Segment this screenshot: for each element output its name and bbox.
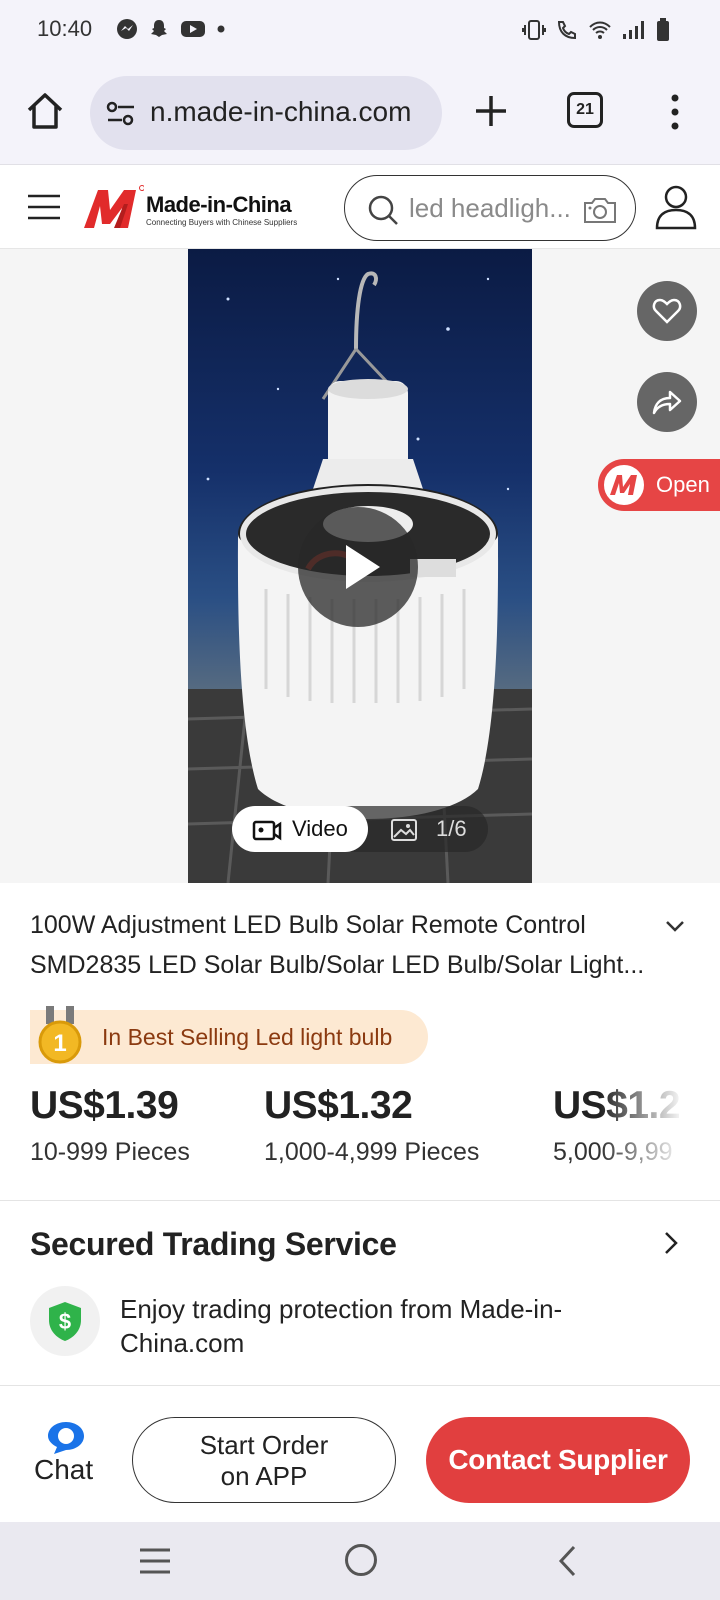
dot-icon	[217, 25, 225, 33]
youtube-icon	[181, 21, 205, 37]
product-title-line1: 100W Adjustment LED Bulb Solar Remote Co…	[30, 911, 586, 939]
chat-button[interactable]: Chat	[30, 1420, 100, 1500]
play-video-button[interactable]	[298, 507, 418, 627]
secure-shield-icon: $	[49, 1302, 81, 1341]
shield-badge: $	[30, 1286, 100, 1356]
browser-toolbar: n.made-in-china.com 21	[0, 62, 720, 165]
product-gallery: Video 1/6 Open	[0, 249, 720, 883]
more-options-icon[interactable]	[663, 92, 687, 132]
product-title[interactable]: 100W Adjustment LED Bulb Solar Remote Co…	[30, 905, 650, 985]
tab-switcher-button[interactable]: 21	[567, 92, 603, 128]
image-icon[interactable]	[390, 818, 418, 842]
product-title-line2: SMD2835 LED Solar Bulb/Solar LED Bulb/So…	[30, 951, 645, 979]
tier-quantity: 1,000-4,999 Pieces	[264, 1138, 480, 1166]
media-toggle: Video 1/6	[232, 806, 488, 852]
signal-icon	[623, 21, 644, 39]
back-icon[interactable]	[556, 1544, 578, 1578]
url-text[interactable]: n.made-in-china.com	[150, 96, 432, 128]
divider	[0, 1385, 720, 1386]
logo-subtitle: Connecting Buyers with Chinese Suppliers	[146, 218, 298, 227]
chat-bubble-icon	[48, 1422, 84, 1454]
status-bar: 10:40	[0, 0, 720, 62]
scroll-fade	[600, 1084, 720, 1180]
notification-icons	[116, 18, 226, 40]
heart-icon	[652, 298, 682, 324]
snapchat-icon	[151, 20, 167, 37]
image-counter: 1/6	[436, 816, 467, 841]
app-logo-icon	[602, 463, 646, 507]
site-header: Made-in-China Connecting Buyers with Chi…	[0, 166, 720, 249]
bottom-action-bar: Chat Start Order on APP Contact Supplier	[0, 1400, 720, 1520]
search-box[interactable]: led headligh...	[344, 175, 636, 241]
play-icon	[346, 545, 380, 589]
favorite-button[interactable]	[637, 281, 697, 341]
secured-trading-description: Enjoy trading protection from Made-in-Ch…	[120, 1294, 563, 1358]
price-tier: US$1.39 10-999 Pieces	[30, 1084, 190, 1167]
messenger-icon	[117, 19, 137, 39]
new-tab-icon[interactable]	[470, 90, 512, 132]
search-icon	[368, 195, 398, 225]
open-label: Open	[656, 472, 710, 497]
site-settings-icon[interactable]	[106, 100, 136, 128]
best-selling-label: In Best Selling Led light bulb	[102, 1024, 393, 1050]
status-time: 10:40	[37, 16, 93, 41]
video-tab-label: Video	[292, 816, 348, 841]
logo-title: Made-in-China	[146, 192, 292, 217]
open-in-app-button[interactable]: Open	[598, 459, 720, 511]
camera-search-icon[interactable]	[583, 196, 617, 224]
home-nav-icon[interactable]	[345, 1544, 377, 1576]
chevron-down-icon[interactable]	[664, 918, 686, 934]
hamburger-menu-icon[interactable]	[28, 194, 60, 220]
video-tab[interactable]: Video	[232, 806, 368, 852]
made-in-china-logo-icon	[84, 185, 145, 228]
system-icons	[522, 18, 670, 42]
contact-supplier-button[interactable]: Contact Supplier	[426, 1417, 690, 1503]
recent-apps-icon[interactable]	[138, 1546, 172, 1576]
vibrate-icon	[522, 20, 546, 40]
home-icon[interactable]	[24, 90, 66, 132]
divider	[0, 1200, 720, 1201]
video-camera-icon	[252, 820, 282, 841]
start-order-button[interactable]: Start Order on APP	[132, 1417, 396, 1503]
share-icon	[652, 390, 682, 415]
start-order-line2: on APP	[220, 1461, 308, 1491]
address-bar[interactable]: n.made-in-china.com	[90, 76, 442, 150]
battery-icon	[657, 18, 669, 41]
product-image[interactable]	[188, 249, 532, 883]
secured-trading-title[interactable]: Secured Trading Service	[30, 1226, 397, 1263]
rank-number: 1	[53, 1030, 66, 1057]
site-logo[interactable]: Made-in-China Connecting Buyers with Chi…	[84, 184, 297, 235]
system-navigation-bar	[0, 1522, 720, 1600]
tier-price: US$1.39	[30, 1084, 179, 1127]
start-order-line1: Start Order	[199, 1430, 329, 1460]
chat-label: Chat	[34, 1454, 94, 1485]
wifi-call-icon	[557, 21, 576, 40]
wifi-icon	[589, 21, 611, 39]
chevron-right-icon[interactable]	[663, 1230, 679, 1256]
search-input[interactable]: led headligh...	[409, 193, 579, 224]
medal-icon: 1	[38, 1006, 82, 1064]
price-tier: US$1.32 1,000-4,999 Pieces	[264, 1084, 479, 1167]
tier-price: US$1.32	[264, 1084, 413, 1127]
best-selling-badge[interactable]: 1 In Best Selling Led light bulb	[30, 1006, 428, 1064]
price-tiers[interactable]: US$1.39 10-999 Pieces US$1.32 1,000-4,99…	[0, 1084, 720, 1180]
svg-text:$: $	[59, 1309, 71, 1334]
user-account-icon[interactable]	[654, 184, 698, 230]
tier-quantity: 10-999 Pieces	[30, 1138, 190, 1166]
share-button[interactable]	[637, 372, 697, 432]
